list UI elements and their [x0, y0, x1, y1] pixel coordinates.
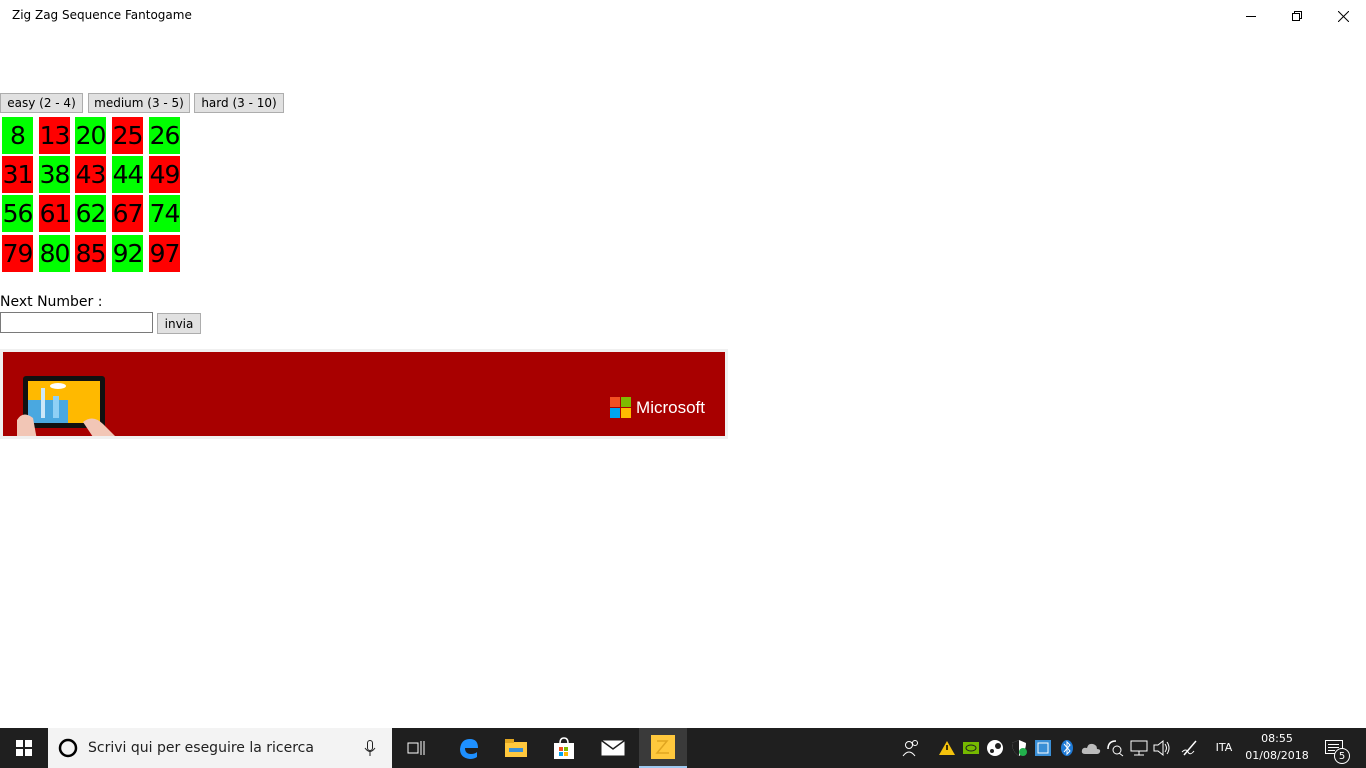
ad-banner[interactable]: Microsoft — [0, 349, 728, 439]
warning-tray-icon[interactable] — [938, 740, 956, 756]
grid-cell: 13 — [39, 117, 70, 154]
mail-icon — [601, 740, 625, 756]
taskbar-search-box[interactable]: Scrivi qui per eseguire la ricerca — [48, 728, 392, 768]
task-view-button[interactable] — [392, 728, 440, 768]
grid-cell: 79 — [2, 235, 33, 272]
grid-cell: 25 — [112, 117, 143, 154]
app-window: Zig Zag Sequence Fantogame easy (2 - 4) … — [0, 0, 1366, 728]
edge-taskbar-button[interactable] — [444, 728, 492, 768]
cortana-icon — [58, 738, 78, 758]
mail-button[interactable] — [588, 728, 638, 768]
active-app-button[interactable] — [639, 728, 687, 768]
defender-tray-icon[interactable] — [1010, 739, 1028, 757]
grid-cell: 97 — [149, 235, 180, 272]
grid-cell: 31 — [2, 156, 33, 193]
restore-button[interactable] — [1274, 0, 1320, 32]
clock-time[interactable]: 08:55 — [1244, 732, 1310, 745]
volume-icon[interactable] — [1153, 739, 1171, 757]
close-icon — [1337, 10, 1349, 22]
people-icon[interactable] — [902, 739, 920, 757]
medium-button[interactable]: medium (3 - 5) — [88, 93, 190, 113]
nvidia-tray-icon[interactable] — [962, 740, 980, 756]
number-grid: 8 13 20 25 26 31 38 43 44 49 56 61 62 67 74 79 80 85 92 97 — [2, 117, 182, 273]
onedrive-cloud-icon[interactable] — [1081, 741, 1101, 755]
action-center-button[interactable]: 5 — [1318, 728, 1366, 768]
grid-cell: 26 — [149, 117, 180, 154]
microsoft-logo-icon — [610, 397, 632, 418]
grid-cell: 92 — [112, 235, 143, 272]
store-bag-icon — [554, 737, 574, 759]
taskbar: Scrivi qui per eseguire la ricerca ITA 0… — [0, 728, 1366, 768]
next-number-label: Next Number : — [0, 294, 103, 310]
search-placeholder: Scrivi qui per eseguire la ricerca — [88, 740, 314, 756]
file-explorer-button[interactable] — [492, 728, 540, 768]
grid-cell: 8 — [2, 117, 33, 154]
grid-cell: 49 — [149, 156, 180, 193]
grid-cell: 43 — [75, 156, 106, 193]
grid-cell: 61 — [39, 195, 70, 232]
grid-cell: 20 — [75, 117, 106, 154]
grid-cell: 62 — [75, 195, 106, 232]
minimize-icon — [1246, 16, 1256, 17]
restore-icon — [1292, 11, 1302, 21]
steam-tray-icon[interactable] — [986, 739, 1004, 757]
submit-button[interactable]: invia — [157, 313, 201, 334]
grid-cell: 74 — [149, 195, 180, 232]
grid-cell: 80 — [39, 235, 70, 272]
close-button[interactable] — [1320, 0, 1366, 32]
satellite-tray-icon[interactable] — [1106, 739, 1124, 757]
clock-date[interactable]: 01/08/2018 — [1244, 749, 1310, 762]
grid-cell: 67 — [112, 195, 143, 232]
input-language[interactable]: ITA — [1208, 741, 1240, 754]
title-bar: Zig Zag Sequence Fantogame — [0, 0, 1366, 32]
grid-cell: 38 — [39, 156, 70, 193]
ad-brand-text: Microsoft — [636, 397, 705, 417]
grid-cell: 85 — [75, 235, 106, 272]
network-tray-icon[interactable] — [1034, 739, 1052, 757]
ad-logo: Microsoft — [610, 397, 705, 418]
easy-button[interactable]: easy (2 - 4) — [0, 93, 83, 113]
edge-browser-icon — [460, 739, 478, 759]
microphone-icon[interactable] — [364, 740, 376, 757]
grid-cell: 44 — [112, 156, 143, 193]
start-button[interactable] — [0, 728, 48, 768]
notification-count-badge: 5 — [1334, 748, 1350, 764]
ethernet-tray-icon[interactable] — [1130, 739, 1148, 757]
windows-start-icon — [16, 740, 32, 756]
folder-icon — [505, 739, 527, 757]
task-view-icon — [407, 741, 425, 755]
minimize-button[interactable] — [1228, 0, 1274, 32]
pen-workspace-icon[interactable] — [1181, 739, 1199, 757]
tablet-illustration-icon — [17, 376, 115, 436]
next-number-input[interactable] — [0, 312, 153, 333]
hard-button[interactable]: hard (3 - 10) — [194, 93, 284, 113]
store-button[interactable] — [540, 728, 588, 768]
app-tile-icon — [651, 735, 675, 759]
grid-cell: 56 — [2, 195, 33, 232]
bluetooth-tray-icon[interactable] — [1060, 739, 1074, 757]
window-title: Zig Zag Sequence Fantogame — [12, 8, 192, 22]
